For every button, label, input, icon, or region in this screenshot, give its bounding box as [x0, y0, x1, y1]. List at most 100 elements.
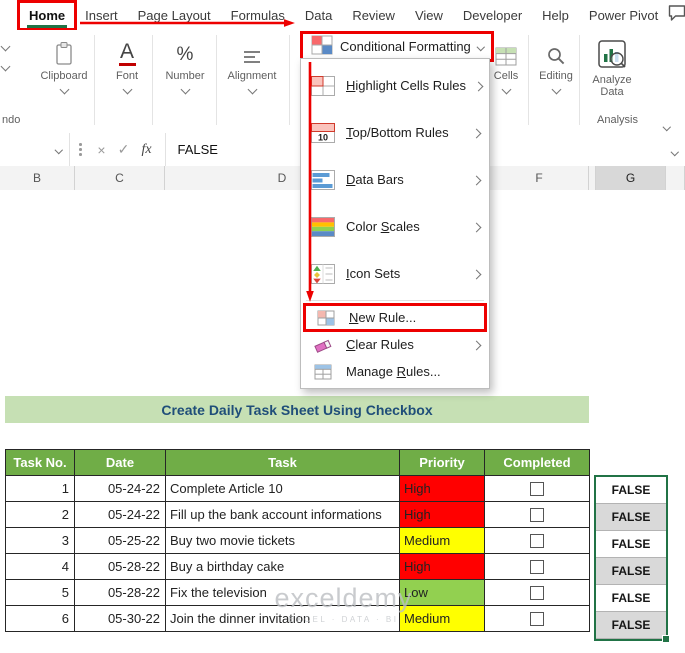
task-checkbox[interactable]	[530, 533, 544, 548]
task-checkbox[interactable]	[530, 507, 544, 522]
cell-date[interactable]: 05-28-22	[75, 580, 166, 606]
name-box[interactable]	[0, 133, 70, 166]
tab-insert[interactable]: Insert	[76, 3, 127, 28]
drag-handle-icon[interactable]	[79, 143, 82, 156]
menu-item-data-bars[interactable]: Data Bars	[301, 156, 489, 203]
tab-developer[interactable]: Developer	[454, 3, 531, 28]
task-checkbox[interactable]	[530, 481, 544, 496]
cell-task-no[interactable]: 6	[6, 606, 75, 632]
chevron-down-icon[interactable]	[0, 57, 11, 75]
tab-power-pivot[interactable]: Power Pivot	[580, 3, 667, 28]
column-header[interactable]	[666, 166, 685, 190]
cell-priority[interactable]: High	[400, 502, 485, 528]
top-bottom-icon: 10	[309, 122, 337, 144]
menu-item-new-rule[interactable]: New Rule...	[303, 303, 487, 332]
cell-formula-false[interactable]: FALSE	[596, 558, 666, 585]
cell-task-no[interactable]: 1	[6, 476, 75, 502]
column-header-g[interactable]: G	[596, 166, 666, 190]
cell-formula-false[interactable]: FALSE	[596, 612, 666, 639]
chevron-down-icon[interactable]	[0, 37, 11, 55]
table-header-date[interactable]: Date	[75, 450, 166, 476]
ribbon-group-font[interactable]: A Font	[99, 38, 155, 95]
conditional-formatting-button[interactable]: Conditional Formatting	[299, 31, 495, 62]
cell-completed[interactable]	[485, 554, 590, 580]
chevron-down-icon	[551, 84, 561, 95]
cell-completed[interactable]	[485, 476, 590, 502]
tab-review[interactable]: Review	[343, 3, 404, 28]
cell-task[interactable]: Fill up the bank account informations	[166, 502, 400, 528]
analyze-data-button[interactable]: Analyze Data	[586, 38, 638, 98]
cell-priority[interactable]: Medium	[400, 528, 485, 554]
cell-task-no[interactable]: 2	[6, 502, 75, 528]
column-header-f[interactable]: F	[490, 166, 589, 190]
cell-task-no[interactable]: 5	[6, 580, 75, 606]
menu-item-color-scales[interactable]: Color Scales	[301, 203, 489, 250]
enter-icon[interactable]: ✓	[113, 141, 135, 158]
column-header[interactable]	[589, 166, 596, 190]
ribbon-group-label: Editing	[539, 70, 573, 82]
cell-priority[interactable]: High	[400, 554, 485, 580]
fill-handle[interactable]	[662, 635, 670, 643]
sheet-title-banner[interactable]: Create Daily Task Sheet Using Checkbox	[5, 396, 589, 423]
cell-date[interactable]: 05-28-22	[75, 554, 166, 580]
cell-completed[interactable]	[485, 528, 590, 554]
cell-task-no[interactable]: 4	[6, 554, 75, 580]
cell-task[interactable]: Buy two movie tickets	[166, 528, 400, 554]
percent-icon: %	[176, 44, 194, 65]
tabbar-right-icons	[667, 2, 685, 29]
ribbon-group-number[interactable]: % Number	[156, 38, 214, 95]
cell-formula-false[interactable]: FALSE	[596, 477, 666, 504]
menu-item-manage-rules[interactable]: Manage Rules...	[301, 358, 489, 385]
formula-bar-expand-icon[interactable]	[670, 142, 685, 157]
cell-priority[interactable]: Medium	[400, 606, 485, 632]
cell-date[interactable]: 05-25-22	[75, 528, 166, 554]
tab-data[interactable]: Data	[296, 3, 341, 28]
cell-date[interactable]: 05-30-22	[75, 606, 166, 632]
cell-task-no[interactable]: 3	[6, 528, 75, 554]
cell-date[interactable]: 05-24-22	[75, 476, 166, 502]
cell-task[interactable]: Complete Article 10	[166, 476, 400, 502]
column-header-b[interactable]: B	[0, 166, 75, 190]
table-header-completed[interactable]: Completed	[485, 450, 590, 476]
ribbon-group-alignment[interactable]: Alignment	[221, 38, 283, 95]
cell-task[interactable]: Buy a birthday cake	[166, 554, 400, 580]
chevron-down-icon[interactable]	[662, 116, 671, 134]
cell-completed[interactable]	[485, 606, 590, 632]
ribbon-group-clipboard[interactable]: Clipboard	[33, 38, 95, 95]
menu-item-top-bottom-rules[interactable]: 10 Top/Bottom Rules	[301, 109, 489, 156]
tab-help[interactable]: Help	[533, 3, 578, 28]
tab-formulas[interactable]: Formulas	[222, 3, 294, 28]
task-checkbox[interactable]	[530, 585, 544, 600]
task-checkbox[interactable]	[530, 559, 544, 574]
cell-completed[interactable]	[485, 502, 590, 528]
menu-item-label: Color Scales	[346, 219, 420, 234]
analyze-data-icon	[597, 38, 627, 70]
cancel-icon[interactable]: ×	[91, 142, 113, 158]
table-header-task[interactable]: Task	[166, 450, 400, 476]
cell-task[interactable]: Join the dinner invitation	[166, 606, 400, 632]
tab-home[interactable]: Home	[16, 0, 78, 31]
menu-item-highlight-cells-rules[interactable]: Highlight Cells Rules	[301, 62, 489, 109]
insert-function-icon[interactable]: fx	[135, 142, 159, 158]
cell-date[interactable]: 05-24-22	[75, 502, 166, 528]
cell-formula-false[interactable]: FALSE	[596, 504, 666, 531]
ribbon-group-editing[interactable]: Editing	[533, 38, 579, 95]
tab-page-layout[interactable]: Page Layout	[129, 3, 220, 28]
tab-view[interactable]: View	[406, 3, 452, 28]
analysis-group-label: Analysis	[597, 114, 638, 126]
cell-task[interactable]: Fix the television	[166, 580, 400, 606]
cell-formula-false[interactable]: FALSE	[596, 531, 666, 558]
cell-formula-false[interactable]: FALSE	[596, 585, 666, 612]
clipboard-icon	[54, 38, 74, 66]
ribbon-group-cells[interactable]: Cells	[484, 38, 528, 95]
cell-priority[interactable]: High	[400, 476, 485, 502]
table-header-priority[interactable]: Priority	[400, 450, 485, 476]
cell-priority[interactable]: Low	[400, 580, 485, 606]
menu-item-icon-sets[interactable]: Icon Sets	[301, 250, 489, 297]
column-header-c[interactable]: C	[75, 166, 165, 190]
menu-item-clear-rules[interactable]: Clear Rules	[301, 331, 489, 358]
cell-completed[interactable]	[485, 580, 590, 606]
task-checkbox[interactable]	[530, 611, 544, 626]
table-header-task-no[interactable]: Task No.	[6, 450, 75, 476]
comment-icon[interactable]	[667, 4, 685, 27]
